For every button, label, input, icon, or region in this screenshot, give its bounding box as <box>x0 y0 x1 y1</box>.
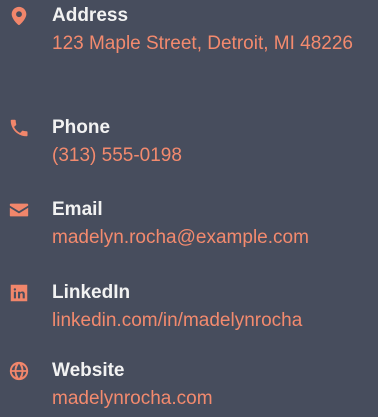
globe-icon <box>8 360 30 382</box>
address-label: Address <box>52 5 129 26</box>
address-value: 123 Maple Street, Detroit, MI 48226 <box>52 33 353 54</box>
linkedin-link[interactable]: linkedin.com/in/madelynrocha <box>52 306 302 335</box>
linkedin-icon <box>8 282 30 304</box>
phone-label: Phone <box>52 117 111 138</box>
website-link[interactable]: madelynrocha.com <box>52 384 213 413</box>
website-label: Website <box>52 360 125 381</box>
envelope-icon <box>8 199 30 221</box>
map-pin-icon <box>8 5 30 27</box>
phone-icon <box>8 117 30 139</box>
email-link[interactable]: madelyn.rocha@example.com <box>52 223 309 252</box>
email-label: Email <box>52 199 103 220</box>
phone-link[interactable]: (313) 555-0198 <box>52 141 182 170</box>
contact-list: Address 123 Maple Street, Detroit, MI 48… <box>0 0 378 417</box>
linkedin-label: LinkedIn <box>52 282 131 303</box>
